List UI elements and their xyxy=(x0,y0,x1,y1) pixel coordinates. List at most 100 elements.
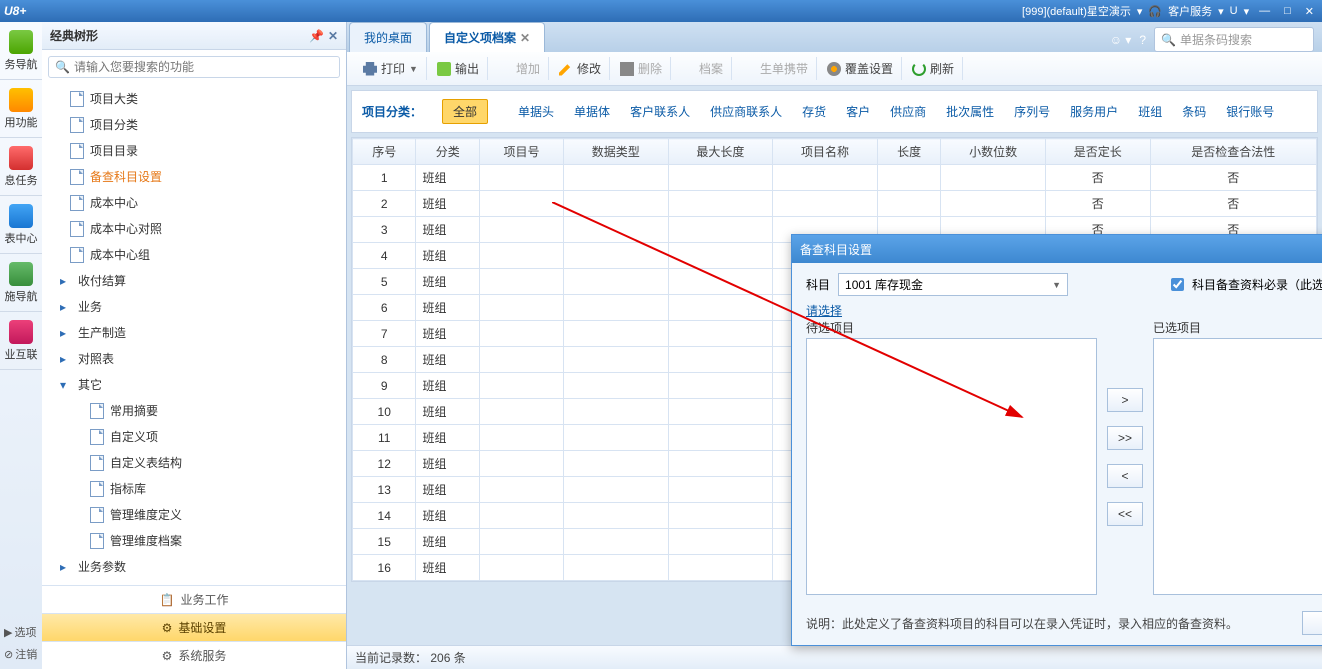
content-area: 我的桌面 自定义项档案✕ ☺ ▾ ? 🔍 单据条码搜索 打印▼ 输出 增加 修改… xyxy=(347,22,1322,669)
expander-icon[interactable]: ▸ xyxy=(60,271,72,291)
column-header[interactable]: 是否定长 xyxy=(1045,139,1150,165)
required-checkbox[interactable] xyxy=(1171,278,1184,291)
tab-desktop[interactable]: 我的桌面 xyxy=(349,22,427,52)
tree-node[interactable]: 成本中心 xyxy=(42,190,346,216)
filter-all[interactable]: 全部 xyxy=(442,99,488,124)
column-header[interactable]: 小数位数 xyxy=(941,139,1046,165)
footer-business[interactable]: 📋业务工作 xyxy=(42,585,346,613)
available-list[interactable] xyxy=(806,338,1097,595)
close-button[interactable]: ✕ xyxy=(1301,3,1318,20)
logout-button[interactable]: ⊘ 注销 xyxy=(0,643,42,665)
move-left-button[interactable]: < xyxy=(1107,464,1143,488)
tree-node[interactable]: 项目分类 xyxy=(42,112,346,138)
filter-item[interactable]: 客户联系人 xyxy=(620,102,700,122)
nav-reports[interactable]: 表中心 xyxy=(0,196,42,254)
tree-node[interactable]: 成本中心组 xyxy=(42,242,346,268)
tree-node[interactable]: ▾其它 xyxy=(42,372,346,398)
expander-icon[interactable]: ▸ xyxy=(60,557,72,577)
column-header[interactable]: 数据类型 xyxy=(563,139,668,165)
tree-node[interactable]: ▸业务 xyxy=(42,294,346,320)
tree-search-input[interactable] xyxy=(74,60,333,74)
column-header[interactable]: 项目号 xyxy=(479,139,563,165)
subject-combo[interactable]: 1001 库存现金 ▼ xyxy=(838,273,1068,296)
minimize-button[interactable]: — xyxy=(1255,3,1274,19)
column-header[interactable]: 长度 xyxy=(877,139,940,165)
help-icon[interactable]: ? xyxy=(1139,33,1146,47)
expander-icon[interactable]: ▸ xyxy=(60,323,72,343)
footer-settings[interactable]: ⚙基础设置 xyxy=(42,613,346,641)
tree-node[interactable]: 项目目录 xyxy=(42,138,346,164)
table-row[interactable]: 1班组否否 xyxy=(353,165,1317,191)
expander-icon[interactable]: ▾ xyxy=(60,375,72,395)
tree-node[interactable]: ▸业务参数 xyxy=(42,554,346,580)
tree-node[interactable]: 成本中心对照 xyxy=(42,216,346,242)
tree-node[interactable]: ▸收付结算 xyxy=(42,268,346,294)
export-button[interactable]: 输出 xyxy=(429,57,488,80)
maximize-button[interactable]: □ xyxy=(1280,3,1295,19)
u-menu[interactable]: U xyxy=(1230,5,1238,17)
close-panel-icon[interactable]: ✕ xyxy=(328,29,338,43)
global-search[interactable]: 🔍 单据条码搜索 xyxy=(1154,27,1314,52)
tab-custom-item[interactable]: 自定义项档案✕ xyxy=(429,22,545,52)
select-link[interactable]: 请选择 xyxy=(806,304,842,318)
filter-item[interactable]: 班组 xyxy=(1128,102,1172,122)
nav-home[interactable]: 务导航 xyxy=(0,22,42,80)
column-header[interactable]: 序号 xyxy=(353,139,416,165)
filter-item[interactable]: 批次属性 xyxy=(936,102,1004,122)
move-right-button[interactable]: > xyxy=(1107,388,1143,412)
account-label[interactable]: [999](default)星空演示 xyxy=(1022,3,1131,19)
expander-icon[interactable]: ▸ xyxy=(60,297,72,317)
filter-item[interactable]: 条码 xyxy=(1172,102,1216,122)
filter-item[interactable]: 供应商联系人 xyxy=(700,102,792,122)
print-button[interactable]: 打印▼ xyxy=(355,57,427,80)
filter-item[interactable]: 单据体 xyxy=(564,102,620,122)
edit-button[interactable]: 修改 xyxy=(551,57,610,80)
override-button[interactable]: 覆盖设置 xyxy=(819,57,902,80)
nav-connect[interactable]: 业互联 xyxy=(0,312,42,370)
column-header[interactable]: 是否检查合法性 xyxy=(1150,139,1316,165)
filter-item[interactable]: 服务用户 xyxy=(1060,102,1128,122)
tree-node[interactable]: ▸生产制造 xyxy=(42,320,346,346)
add-button[interactable]: 增加 xyxy=(490,57,549,80)
edit-icon xyxy=(559,62,573,76)
nav-functions[interactable]: 用功能 xyxy=(0,80,42,138)
refresh-button[interactable]: 刷新 xyxy=(904,57,963,80)
filter-item[interactable]: 序列号 xyxy=(1004,102,1060,122)
search-icon: 🔍 xyxy=(55,60,70,74)
nav-messages[interactable]: 息任务 xyxy=(0,138,42,196)
tree-node[interactable]: 管理维度档案 xyxy=(42,528,346,554)
filter-item[interactable]: 银行账号 xyxy=(1216,102,1284,122)
close-icon[interactable]: ✕ xyxy=(520,31,530,45)
filter-item[interactable]: 存货 xyxy=(792,102,836,122)
filter-item[interactable]: 单据头 xyxy=(508,102,564,122)
expander-icon[interactable]: ▸ xyxy=(60,349,72,369)
selected-list[interactable] xyxy=(1153,338,1322,595)
nav-impl[interactable]: 施导航 xyxy=(0,254,42,312)
customer-service[interactable]: 客户服务 xyxy=(1168,3,1212,19)
tree-node[interactable]: 自定义项 xyxy=(42,424,346,450)
tree-node[interactable]: 项目大类 xyxy=(42,86,346,112)
carry-button[interactable]: 生单携带 xyxy=(734,57,817,80)
tree-node[interactable]: 管理维度定义 xyxy=(42,502,346,528)
column-header[interactable]: 最大长度 xyxy=(668,139,773,165)
filter-item[interactable]: 供应商 xyxy=(880,102,936,122)
filter-item[interactable]: 客户 xyxy=(836,102,880,122)
move-all-right-button[interactable]: >> xyxy=(1107,426,1143,450)
pin-icon[interactable]: 📌 xyxy=(309,29,324,43)
footer-system[interactable]: ⚙系统服务 xyxy=(42,641,346,669)
column-header[interactable]: 分类 xyxy=(416,139,479,165)
tree-node[interactable]: ▸对照表 xyxy=(42,346,346,372)
smile-icon[interactable]: ☺ ▾ xyxy=(1110,33,1132,47)
options-button[interactable]: ▶ 选项 xyxy=(0,621,42,643)
tree-node[interactable]: 指标库 xyxy=(42,476,346,502)
table-row[interactable]: 2班组否否 xyxy=(353,191,1317,217)
tree-search[interactable]: 🔍 xyxy=(48,56,340,78)
tree-node[interactable]: 常用摘要 xyxy=(42,398,346,424)
move-all-left-button[interactable]: << xyxy=(1107,502,1143,526)
archive-button[interactable]: 档案 xyxy=(673,57,732,80)
tree-node[interactable]: 备查科目设置 xyxy=(42,164,346,190)
tree-node[interactable]: 自定义表结构 xyxy=(42,450,346,476)
column-header[interactable]: 项目名称 xyxy=(773,139,878,165)
ok-button[interactable]: 确定 xyxy=(1302,611,1322,635)
delete-button[interactable]: 删除 xyxy=(612,57,671,80)
